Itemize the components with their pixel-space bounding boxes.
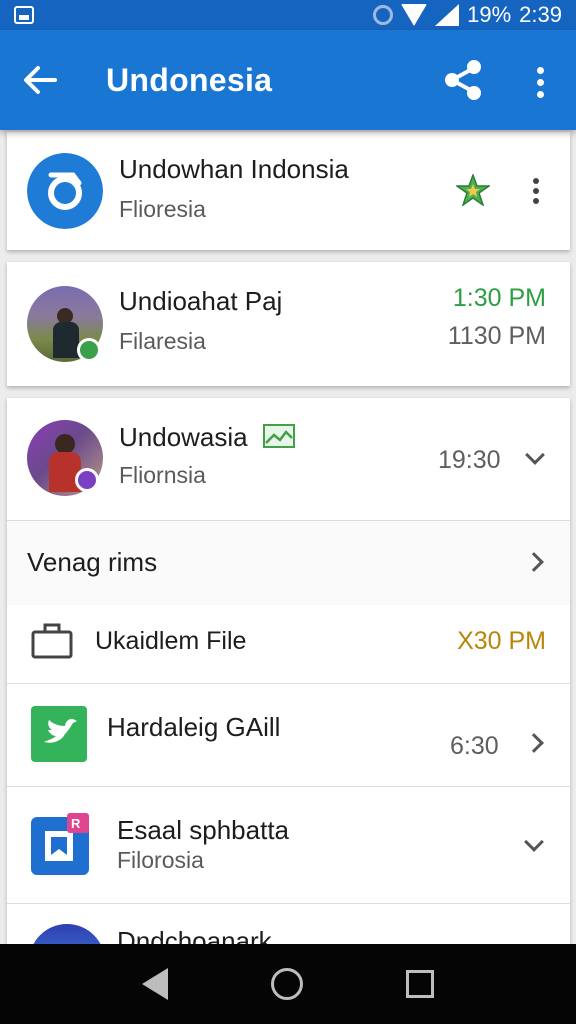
status-bar: 19% 2:39 xyxy=(0,0,576,30)
file-row[interactable]: Ukaidlem File X30 PM xyxy=(7,605,570,683)
overflow-menu-button[interactable] xyxy=(522,60,558,104)
chevron-down-icon[interactable] xyxy=(524,832,544,852)
item-title: Dndchoanark xyxy=(117,926,272,944)
item-title: Undowhan Indonsia xyxy=(119,154,349,184)
arrow-back-icon xyxy=(24,66,57,94)
item-subtitle: Fliornsia xyxy=(119,462,206,488)
conversation-list: Undowhan Indonsia Flioresia Undioahat Pa… xyxy=(0,130,576,944)
status-badge xyxy=(75,468,99,492)
avatar xyxy=(29,924,105,944)
nav-recents-icon[interactable] xyxy=(406,970,435,998)
item-title: Undowasia xyxy=(119,422,248,452)
more-vert-icon xyxy=(533,178,539,184)
signal-icon xyxy=(435,4,460,26)
item-subtitle: Filaresia xyxy=(119,328,206,354)
list-item[interactable]: Undioahat Paj Filaresia 1:30 PM 1130 PM xyxy=(7,262,570,386)
alarm-icon xyxy=(373,5,394,25)
system-nav-bar xyxy=(0,944,576,1024)
image-icon xyxy=(263,424,295,448)
section-header[interactable]: Venag rims xyxy=(7,521,570,605)
bookmark-app-icon: R xyxy=(31,813,89,875)
section-label: Venag rims xyxy=(27,547,158,577)
back-button[interactable] xyxy=(0,30,80,130)
clock: 2:39 xyxy=(519,2,562,27)
item-subtitle: Filorosia xyxy=(117,847,204,873)
briefcase-icon xyxy=(31,623,73,659)
svg-text:R: R xyxy=(71,816,81,831)
item-time: 1:30 PM xyxy=(452,284,546,312)
item-time: 19:30 xyxy=(438,446,501,474)
item-title: Undioahat Paj xyxy=(119,286,283,316)
twitter-bird-icon xyxy=(31,706,87,762)
list-item[interactable]: Hardaleig GAill 6:30 xyxy=(7,684,570,786)
wifi-icon xyxy=(401,4,428,26)
item-menu-button[interactable] xyxy=(531,178,541,204)
nav-back-icon[interactable] xyxy=(141,968,168,1000)
item-title: Hardaleig GAill xyxy=(107,712,281,742)
file-label: Ukaidlem File xyxy=(95,627,247,655)
star-icon[interactable] xyxy=(456,174,490,206)
item-title: Esaal sphbatta xyxy=(117,815,290,845)
online-badge xyxy=(77,338,101,362)
chevron-right-icon xyxy=(524,552,544,572)
gallery-notification-icon xyxy=(14,6,34,24)
share-icon xyxy=(445,60,481,100)
compass-icon xyxy=(27,153,103,229)
list-item[interactable]: Undowhan Indonsia Flioresia xyxy=(7,132,570,250)
nav-home-icon[interactable] xyxy=(270,968,303,1000)
share-button[interactable] xyxy=(440,58,488,102)
chevron-down-icon[interactable] xyxy=(525,445,545,465)
list-item[interactable]: Undowasia Fliornsia 19:30 xyxy=(7,398,570,520)
item-subtitle: Flioresia xyxy=(119,196,206,222)
list-group-card: Undowasia Fliornsia 19:30 Venag rims Uka… xyxy=(7,398,570,944)
chevron-right-icon xyxy=(524,733,544,753)
list-item[interactable]: Dndchoanark xyxy=(7,904,570,944)
item-time: 6:30 xyxy=(450,732,499,760)
battery-percent: 19% xyxy=(467,2,512,27)
more-vert-icon xyxy=(536,66,544,74)
app-bar: Undonesia xyxy=(0,30,576,130)
list-item[interactable]: R Esaal sphbatta Filorosia xyxy=(7,787,570,903)
file-time: X30 PM xyxy=(457,627,546,655)
item-time-secondary: 1130 PM xyxy=(447,322,546,350)
page-title: Undonesia xyxy=(106,61,273,98)
